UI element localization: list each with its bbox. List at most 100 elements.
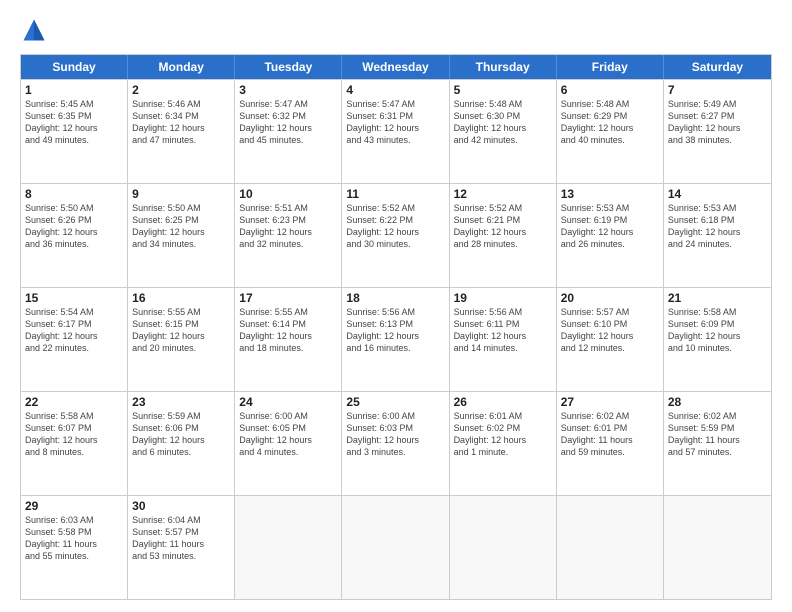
header-cell-thursday: Thursday <box>450 55 557 79</box>
cal-cell: 19Sunrise: 5:56 AM Sunset: 6:11 PM Dayli… <box>450 288 557 391</box>
day-info: Sunrise: 5:58 AM Sunset: 6:09 PM Dayligh… <box>668 306 767 355</box>
page: SundayMondayTuesdayWednesdayThursdayFrid… <box>0 0 792 612</box>
day-number: 2 <box>132 83 230 97</box>
day-info: Sunrise: 5:47 AM Sunset: 6:32 PM Dayligh… <box>239 98 337 147</box>
day-number: 27 <box>561 395 659 409</box>
calendar: SundayMondayTuesdayWednesdayThursdayFrid… <box>20 54 772 600</box>
day-info: Sunrise: 5:55 AM Sunset: 6:14 PM Dayligh… <box>239 306 337 355</box>
cal-cell: 29Sunrise: 6:03 AM Sunset: 5:58 PM Dayli… <box>21 496 128 599</box>
day-number: 11 <box>346 187 444 201</box>
calendar-row-2: 8Sunrise: 5:50 AM Sunset: 6:26 PM Daylig… <box>21 183 771 287</box>
cal-cell: 8Sunrise: 5:50 AM Sunset: 6:26 PM Daylig… <box>21 184 128 287</box>
day-info: Sunrise: 5:51 AM Sunset: 6:23 PM Dayligh… <box>239 202 337 251</box>
header <box>20 16 772 44</box>
cal-cell: 9Sunrise: 5:50 AM Sunset: 6:25 PM Daylig… <box>128 184 235 287</box>
cal-cell <box>450 496 557 599</box>
cal-cell: 17Sunrise: 5:55 AM Sunset: 6:14 PM Dayli… <box>235 288 342 391</box>
cal-cell <box>235 496 342 599</box>
cal-cell: 11Sunrise: 5:52 AM Sunset: 6:22 PM Dayli… <box>342 184 449 287</box>
day-number: 15 <box>25 291 123 305</box>
cal-cell: 1Sunrise: 5:45 AM Sunset: 6:35 PM Daylig… <box>21 80 128 183</box>
cal-cell: 16Sunrise: 5:55 AM Sunset: 6:15 PM Dayli… <box>128 288 235 391</box>
day-number: 24 <box>239 395 337 409</box>
cal-cell: 15Sunrise: 5:54 AM Sunset: 6:17 PM Dayli… <box>21 288 128 391</box>
cal-cell: 10Sunrise: 5:51 AM Sunset: 6:23 PM Dayli… <box>235 184 342 287</box>
day-number: 14 <box>668 187 767 201</box>
day-info: Sunrise: 5:55 AM Sunset: 6:15 PM Dayligh… <box>132 306 230 355</box>
day-number: 22 <box>25 395 123 409</box>
cal-cell: 30Sunrise: 6:04 AM Sunset: 5:57 PM Dayli… <box>128 496 235 599</box>
calendar-row-1: 1Sunrise: 5:45 AM Sunset: 6:35 PM Daylig… <box>21 79 771 183</box>
day-info: Sunrise: 5:54 AM Sunset: 6:17 PM Dayligh… <box>25 306 123 355</box>
day-info: Sunrise: 5:53 AM Sunset: 6:19 PM Dayligh… <box>561 202 659 251</box>
header-cell-sunday: Sunday <box>21 55 128 79</box>
day-info: Sunrise: 5:46 AM Sunset: 6:34 PM Dayligh… <box>132 98 230 147</box>
cal-cell: 24Sunrise: 6:00 AM Sunset: 6:05 PM Dayli… <box>235 392 342 495</box>
day-number: 6 <box>561 83 659 97</box>
day-number: 17 <box>239 291 337 305</box>
cal-cell: 14Sunrise: 5:53 AM Sunset: 6:18 PM Dayli… <box>664 184 771 287</box>
day-number: 19 <box>454 291 552 305</box>
calendar-row-4: 22Sunrise: 5:58 AM Sunset: 6:07 PM Dayli… <box>21 391 771 495</box>
cal-cell: 18Sunrise: 5:56 AM Sunset: 6:13 PM Dayli… <box>342 288 449 391</box>
cal-cell: 6Sunrise: 5:48 AM Sunset: 6:29 PM Daylig… <box>557 80 664 183</box>
day-number: 4 <box>346 83 444 97</box>
cal-cell <box>664 496 771 599</box>
cal-cell: 3Sunrise: 5:47 AM Sunset: 6:32 PM Daylig… <box>235 80 342 183</box>
day-number: 3 <box>239 83 337 97</box>
day-info: Sunrise: 5:48 AM Sunset: 6:30 PM Dayligh… <box>454 98 552 147</box>
day-info: Sunrise: 6:02 AM Sunset: 6:01 PM Dayligh… <box>561 410 659 459</box>
day-info: Sunrise: 6:02 AM Sunset: 5:59 PM Dayligh… <box>668 410 767 459</box>
cal-cell: 21Sunrise: 5:58 AM Sunset: 6:09 PM Dayli… <box>664 288 771 391</box>
cal-cell: 13Sunrise: 5:53 AM Sunset: 6:19 PM Dayli… <box>557 184 664 287</box>
header-cell-wednesday: Wednesday <box>342 55 449 79</box>
day-info: Sunrise: 5:56 AM Sunset: 6:11 PM Dayligh… <box>454 306 552 355</box>
header-cell-tuesday: Tuesday <box>235 55 342 79</box>
day-info: Sunrise: 5:52 AM Sunset: 6:22 PM Dayligh… <box>346 202 444 251</box>
calendar-row-5: 29Sunrise: 6:03 AM Sunset: 5:58 PM Dayli… <box>21 495 771 599</box>
day-number: 13 <box>561 187 659 201</box>
cal-cell: 12Sunrise: 5:52 AM Sunset: 6:21 PM Dayli… <box>450 184 557 287</box>
day-info: Sunrise: 5:50 AM Sunset: 6:25 PM Dayligh… <box>132 202 230 251</box>
day-number: 8 <box>25 187 123 201</box>
day-number: 20 <box>561 291 659 305</box>
cal-cell <box>557 496 664 599</box>
day-info: Sunrise: 6:04 AM Sunset: 5:57 PM Dayligh… <box>132 514 230 563</box>
calendar-row-3: 15Sunrise: 5:54 AM Sunset: 6:17 PM Dayli… <box>21 287 771 391</box>
cal-cell: 5Sunrise: 5:48 AM Sunset: 6:30 PM Daylig… <box>450 80 557 183</box>
cal-cell: 26Sunrise: 6:01 AM Sunset: 6:02 PM Dayli… <box>450 392 557 495</box>
day-info: Sunrise: 5:50 AM Sunset: 6:26 PM Dayligh… <box>25 202 123 251</box>
logo <box>20 16 50 44</box>
day-info: Sunrise: 5:47 AM Sunset: 6:31 PM Dayligh… <box>346 98 444 147</box>
cal-cell: 25Sunrise: 6:00 AM Sunset: 6:03 PM Dayli… <box>342 392 449 495</box>
day-number: 28 <box>668 395 767 409</box>
day-number: 16 <box>132 291 230 305</box>
day-info: Sunrise: 6:01 AM Sunset: 6:02 PM Dayligh… <box>454 410 552 459</box>
day-info: Sunrise: 5:58 AM Sunset: 6:07 PM Dayligh… <box>25 410 123 459</box>
day-number: 12 <box>454 187 552 201</box>
cal-cell: 20Sunrise: 5:57 AM Sunset: 6:10 PM Dayli… <box>557 288 664 391</box>
day-info: Sunrise: 5:57 AM Sunset: 6:10 PM Dayligh… <box>561 306 659 355</box>
day-info: Sunrise: 5:59 AM Sunset: 6:06 PM Dayligh… <box>132 410 230 459</box>
calendar-header: SundayMondayTuesdayWednesdayThursdayFrid… <box>21 55 771 79</box>
day-number: 18 <box>346 291 444 305</box>
day-number: 25 <box>346 395 444 409</box>
day-info: Sunrise: 5:45 AM Sunset: 6:35 PM Dayligh… <box>25 98 123 147</box>
day-number: 23 <box>132 395 230 409</box>
day-info: Sunrise: 5:52 AM Sunset: 6:21 PM Dayligh… <box>454 202 552 251</box>
day-info: Sunrise: 5:49 AM Sunset: 6:27 PM Dayligh… <box>668 98 767 147</box>
day-number: 7 <box>668 83 767 97</box>
logo-icon <box>20 16 48 44</box>
day-number: 9 <box>132 187 230 201</box>
day-number: 30 <box>132 499 230 513</box>
cal-cell: 2Sunrise: 5:46 AM Sunset: 6:34 PM Daylig… <box>128 80 235 183</box>
day-info: Sunrise: 5:48 AM Sunset: 6:29 PM Dayligh… <box>561 98 659 147</box>
day-info: Sunrise: 6:00 AM Sunset: 6:05 PM Dayligh… <box>239 410 337 459</box>
day-info: Sunrise: 5:53 AM Sunset: 6:18 PM Dayligh… <box>668 202 767 251</box>
cal-cell: 7Sunrise: 5:49 AM Sunset: 6:27 PM Daylig… <box>664 80 771 183</box>
header-cell-saturday: Saturday <box>664 55 771 79</box>
cal-cell: 27Sunrise: 6:02 AM Sunset: 6:01 PM Dayli… <box>557 392 664 495</box>
day-number: 1 <box>25 83 123 97</box>
header-cell-monday: Monday <box>128 55 235 79</box>
header-cell-friday: Friday <box>557 55 664 79</box>
